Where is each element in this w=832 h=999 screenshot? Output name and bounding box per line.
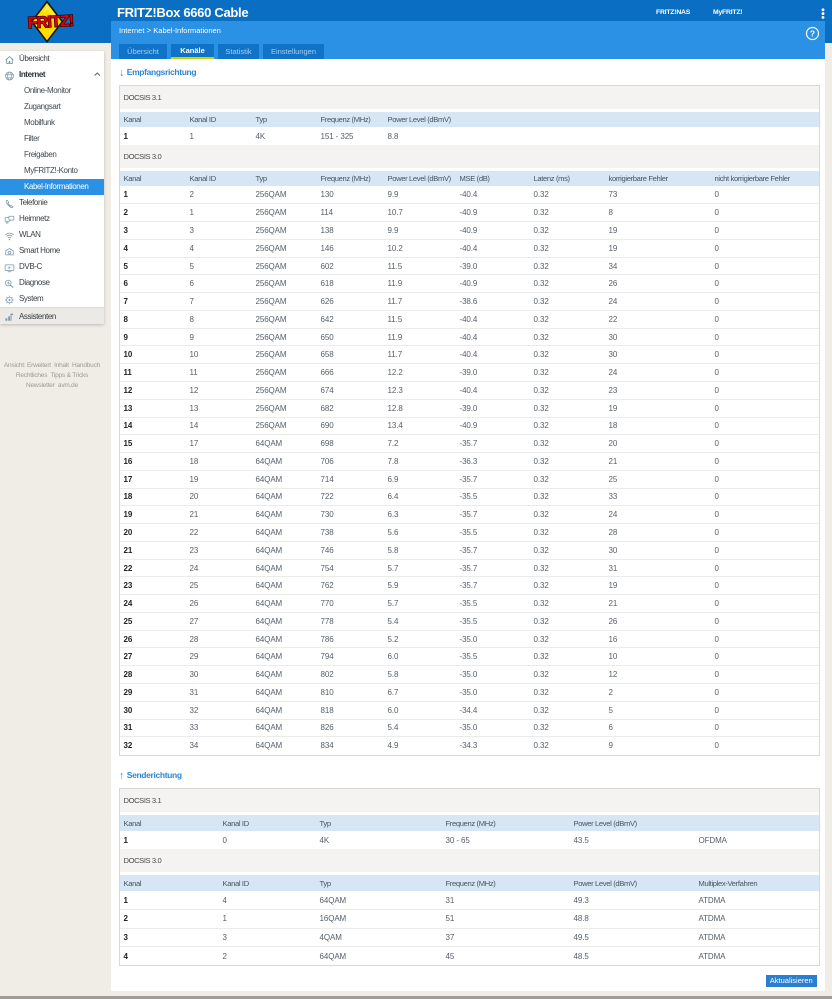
svg-text:?: ? <box>810 28 815 38</box>
svg-text:FRITZ!: FRITZ! <box>27 13 74 32</box>
